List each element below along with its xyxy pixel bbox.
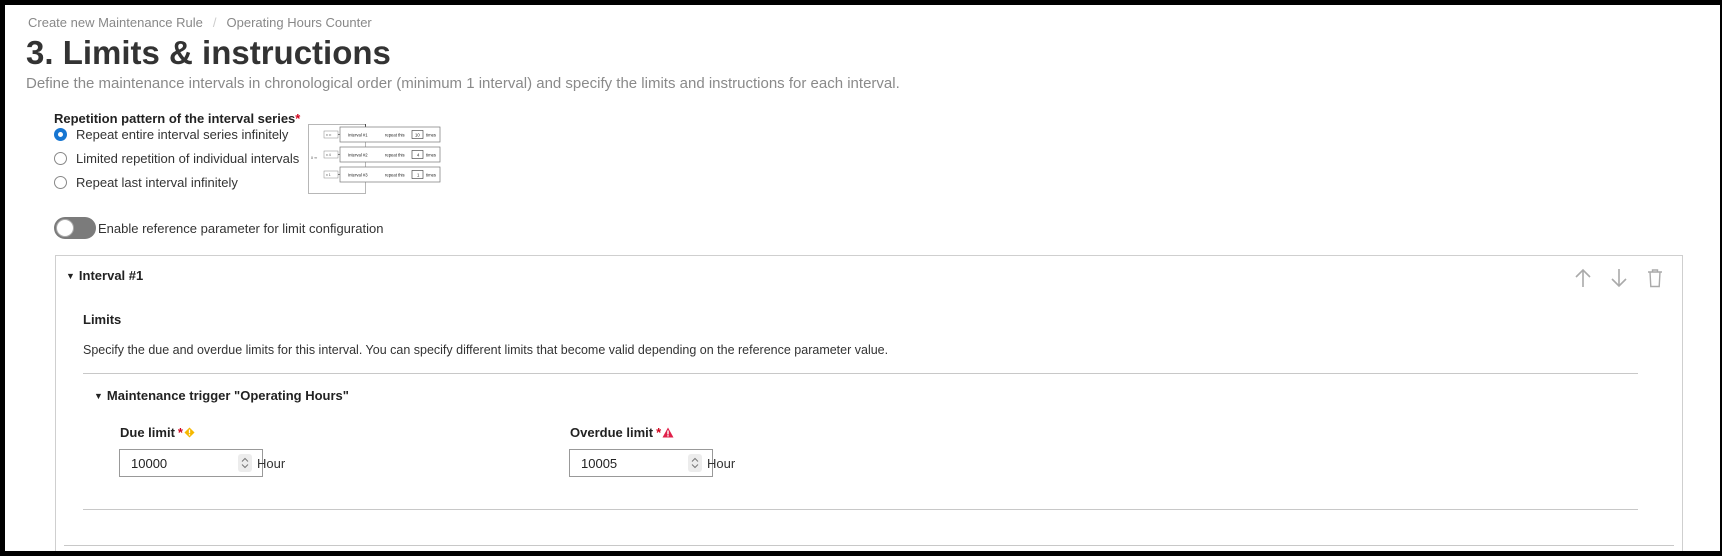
divider xyxy=(64,545,1674,546)
svg-text:10: 10 xyxy=(415,133,420,138)
radio-label: Limited repetition of individual interva… xyxy=(76,151,300,166)
caret-down-icon[interactable]: ▼ xyxy=(94,391,103,401)
delete-interval-button[interactable] xyxy=(1642,265,1668,291)
radio-label: Repeat entire interval series infinitely xyxy=(76,127,289,142)
divider xyxy=(83,509,1638,510)
required-mark: * xyxy=(295,111,301,126)
overdue-limit-input[interactable]: 10005 xyxy=(569,449,713,477)
repetition-pattern-label: Repetition pattern of the interval serie… xyxy=(54,111,300,126)
svg-text:times: times xyxy=(426,173,436,178)
trigger-header[interactable]: ▼ Maintenance trigger "Operating Hours" xyxy=(94,388,349,403)
diagram-outer-loop: x ∞ xyxy=(311,155,317,160)
toggle-knob xyxy=(56,219,74,237)
radio-limited-repetition[interactable]: Limited repetition of individual interva… xyxy=(54,151,299,166)
interval-header[interactable]: ▼ Interval #1 xyxy=(66,268,143,283)
svg-text:x 4: x 4 xyxy=(326,153,331,157)
reference-parameter-toggle[interactable] xyxy=(54,217,96,239)
overdue-limit-label: Overdue limit * xyxy=(570,425,674,440)
divider xyxy=(83,373,1638,374)
due-limit-unit: Hour xyxy=(257,456,286,471)
stepper-icon xyxy=(241,457,249,469)
svg-text:repeat this: repeat this xyxy=(385,153,405,158)
svg-text:x ∞: x ∞ xyxy=(326,133,332,137)
page-title: 3. Limits & instructions xyxy=(26,34,391,71)
number-stepper[interactable] xyxy=(688,454,702,472)
caret-down-icon[interactable]: ▼ xyxy=(66,271,75,281)
radio-label: Repeat last interval infinitely xyxy=(76,175,238,190)
required-mark: * xyxy=(177,425,183,440)
repetition-pattern-label-text: Repetition pattern of the interval serie… xyxy=(54,111,296,126)
radio-repeat-last-infinitely[interactable]: Repeat last interval infinitely xyxy=(54,175,238,190)
diagram-row-2: x 4 Interval #2 repeat this 4 times xyxy=(323,146,441,163)
page-frame: Create new Maintenance Rule / Operating Ho… xyxy=(5,5,1720,551)
reference-parameter-toggle-label: Enable reference parameter for limit con… xyxy=(98,220,384,236)
due-limit-value: 10000 xyxy=(131,455,168,471)
warning-diamond-icon xyxy=(184,427,195,438)
arrow-up-icon xyxy=(1575,268,1591,287)
due-limit-input[interactable]: 10000 xyxy=(119,449,263,477)
svg-text:times: times xyxy=(426,153,436,158)
repetition-pattern-diagram: x ∞ x ∞ Interval #1 repeat this 10 times… xyxy=(308,124,441,194)
page-description: Define the maintenance intervals in chro… xyxy=(26,75,900,92)
limits-description: Specify the due and overdue limits for t… xyxy=(83,343,889,357)
svg-text:Interval #1: Interval #1 xyxy=(348,133,368,138)
reference-parameter-toggle-row[interactable]: Enable reference parameter for limit con… xyxy=(54,217,383,239)
move-up-button[interactable] xyxy=(1570,265,1596,291)
number-stepper[interactable] xyxy=(238,454,252,472)
svg-text:Interval #3: Interval #3 xyxy=(348,173,368,178)
diagram-row-1: x ∞ Interval #1 repeat this 10 times xyxy=(323,126,441,143)
radio-button[interactable] xyxy=(54,176,67,189)
breadcrumb-separator: / xyxy=(212,15,217,30)
interval-panel: ▼ Interval #1 Limits Specify the due and… xyxy=(55,255,1683,551)
limits-title: Limits xyxy=(83,312,122,327)
move-down-button[interactable] xyxy=(1606,265,1632,291)
radio-repeat-series-infinitely[interactable]: Repeat entire interval series infinitely xyxy=(54,127,288,142)
svg-text:repeat this: repeat this xyxy=(385,133,405,138)
arrow-down-icon xyxy=(1611,269,1627,288)
overdue-limit-label-text: Overdue limit xyxy=(570,425,654,440)
svg-text:repeat this: repeat this xyxy=(385,173,405,178)
due-limit-label: Due limit * xyxy=(120,425,195,440)
radio-button-selected[interactable] xyxy=(54,128,67,141)
alert-triangle-icon xyxy=(662,427,674,438)
breadcrumb-item-current: Operating Hours Counter xyxy=(226,15,372,30)
svg-text:times: times xyxy=(426,133,436,138)
stepper-icon xyxy=(691,457,699,469)
required-mark: * xyxy=(656,425,662,440)
breadcrumb: Create new Maintenance Rule / Operating Ho… xyxy=(28,15,372,30)
diagram-row-3: x 1 Interval #3 repeat this 1 times xyxy=(323,166,441,183)
svg-text:Interval #2: Interval #2 xyxy=(348,153,368,158)
trash-icon xyxy=(1648,269,1662,288)
interval-actions xyxy=(1570,265,1668,291)
svg-text:x 1: x 1 xyxy=(326,173,331,177)
overdue-limit-unit: Hour xyxy=(707,456,736,471)
due-limit-label-text: Due limit xyxy=(120,425,175,440)
interval-title: Interval #1 xyxy=(78,268,144,283)
trigger-title: Maintenance trigger "Operating Hours" xyxy=(106,388,349,403)
overdue-limit-value: 10005 xyxy=(581,455,618,471)
radio-button[interactable] xyxy=(54,152,67,165)
breadcrumb-item-create-rule[interactable]: Create new Maintenance Rule xyxy=(28,15,203,30)
